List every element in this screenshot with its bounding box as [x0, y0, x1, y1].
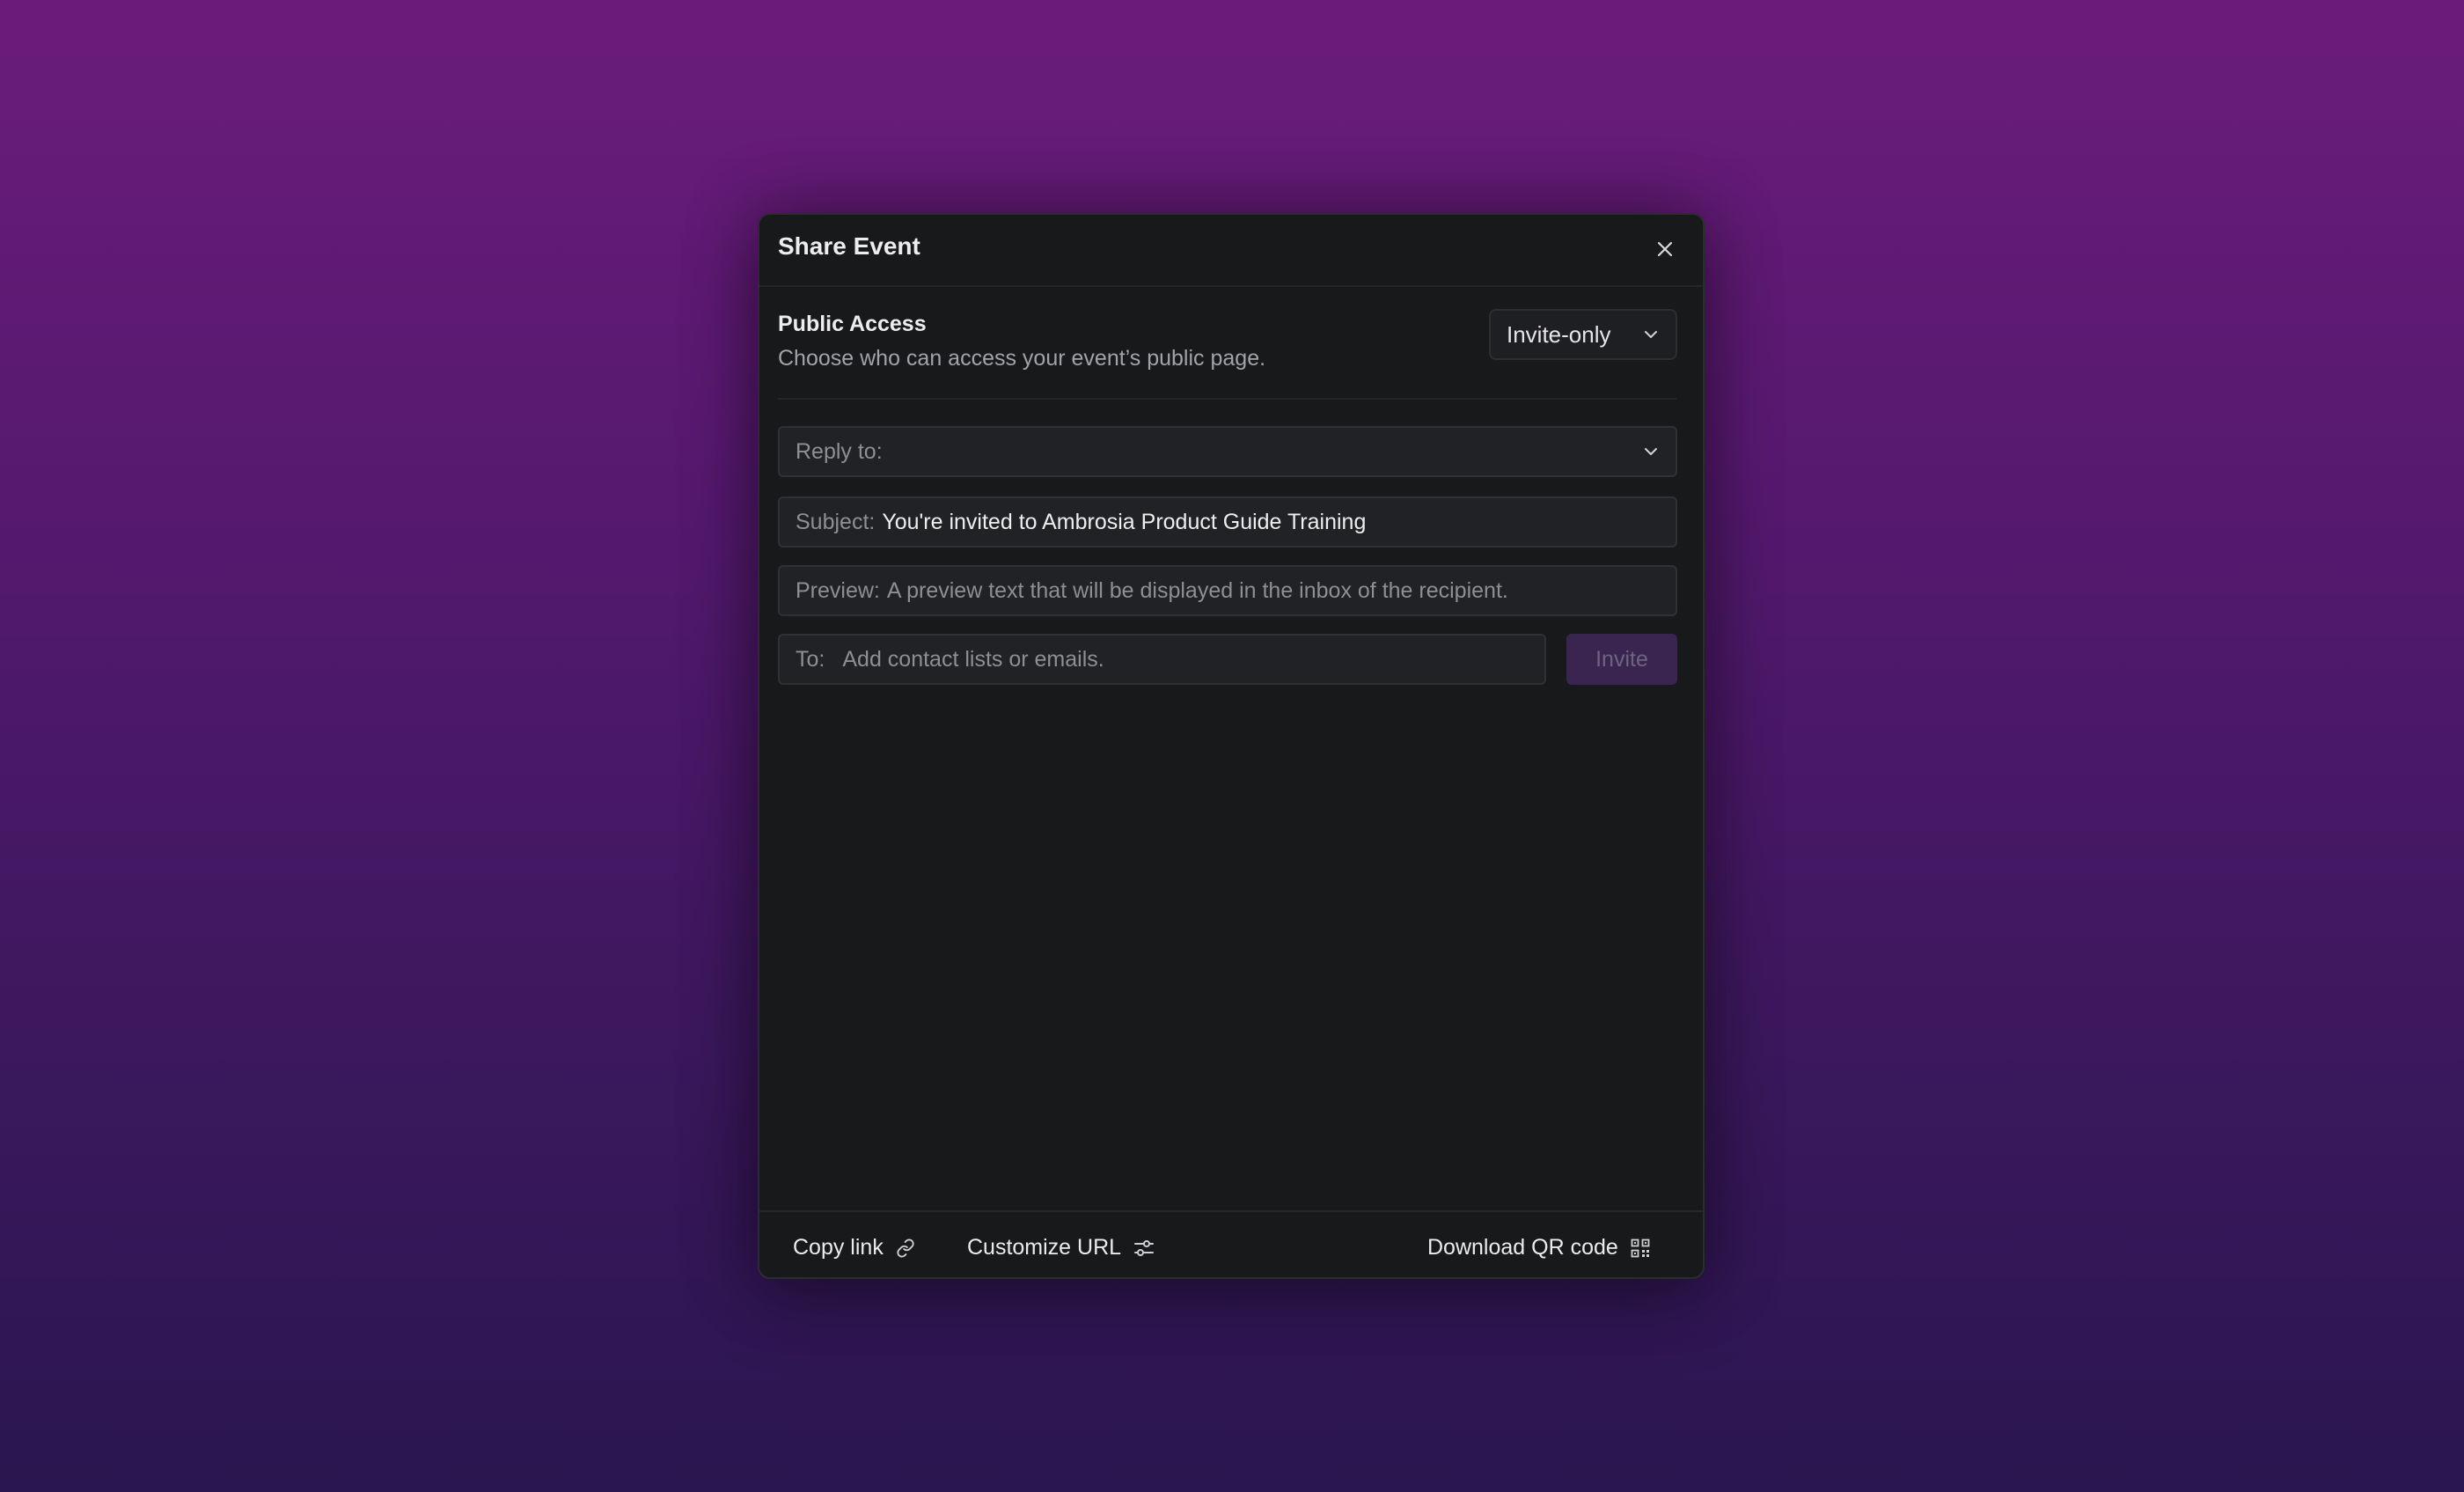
close-button[interactable] — [1652, 236, 1678, 262]
reply-to-label: Reply to: — [796, 438, 883, 464]
copy-link-label: Copy link — [793, 1235, 884, 1260]
share-event-dialog: Share Event Public Access Choose who can… — [758, 213, 1705, 1279]
download-qr-label: Download QR code — [1427, 1235, 1618, 1260]
public-access-description: Choose who can access your event’s publi… — [778, 346, 1266, 371]
close-icon — [1656, 240, 1674, 258]
customize-url-label: Customize URL — [967, 1235, 1122, 1260]
public-access-selected-value: Invite-only — [1507, 320, 1611, 348]
to-placeholder: Add contact lists or emails. — [842, 646, 1104, 672]
link-icon — [896, 1238, 915, 1258]
invite-button[interactable]: Invite — [1566, 634, 1677, 685]
sliders-icon — [1133, 1238, 1155, 1258]
preview-field[interactable]: Preview: A preview text that will be dis… — [778, 565, 1677, 616]
subject-field[interactable]: Subject: You're invited to Ambrosia Prod… — [778, 496, 1677, 548]
dialog-footer: Copy link Customize URL Download QR code — [759, 1210, 1703, 1281]
preview-label: Preview: — [796, 577, 880, 603]
download-qr-button[interactable]: Download QR code — [1427, 1235, 1650, 1260]
subject-label: Subject: — [796, 509, 876, 534]
chevron-down-icon — [1642, 443, 1660, 460]
qr-code-icon — [1631, 1238, 1650, 1258]
dialog-title: Share Event — [778, 232, 920, 260]
public-access-select[interactable]: Invite-only — [1489, 309, 1677, 360]
subject-value: You're invited to Ambrosia Product Guide… — [882, 509, 1367, 534]
reply-to-select[interactable]: Reply to: — [778, 426, 1677, 477]
customize-url-button[interactable]: Customize URL — [967, 1235, 1155, 1260]
dialog-header: Share Event — [759, 215, 1703, 287]
chevron-down-icon — [1642, 326, 1660, 343]
to-label: To: — [796, 646, 825, 672]
public-access-heading: Public Access — [778, 312, 927, 336]
to-recipients-field[interactable]: To: Add contact lists or emails. — [778, 634, 1546, 685]
copy-link-button[interactable]: Copy link — [793, 1235, 915, 1260]
section-divider — [778, 398, 1676, 400]
preview-placeholder: A preview text that will be displayed in… — [886, 577, 1508, 603]
